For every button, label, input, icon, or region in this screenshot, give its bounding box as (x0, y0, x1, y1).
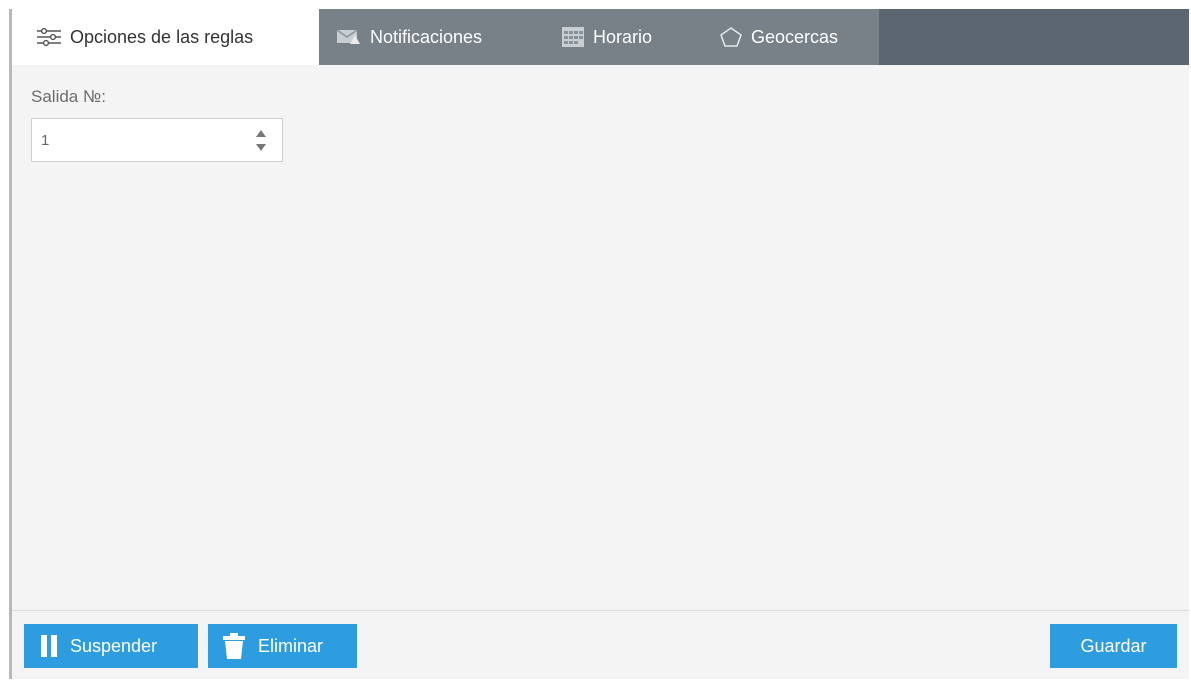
trash-icon (222, 632, 246, 660)
tab-label: Notificaciones (370, 26, 483, 47)
tab-bar: Opciones de las reglas Notificaciones Ho… (12, 9, 1189, 65)
pentagon-icon (719, 26, 743, 48)
tab-schedule[interactable]: Horario (547, 9, 707, 65)
output-number-label: Salida №: (31, 87, 106, 106)
sliders-icon (36, 27, 62, 47)
tab-label: Opciones de las reglas (70, 26, 254, 47)
tab-geofences[interactable]: Geocercas (707, 9, 879, 65)
delete-button[interactable]: Eliminar (208, 624, 357, 668)
delete-label: Eliminar (258, 635, 324, 656)
suspend-label: Suspender (70, 635, 158, 656)
calendar-icon (561, 26, 585, 48)
envelope-icon (336, 28, 362, 46)
output-number-value: 1 (41, 132, 50, 149)
suspend-button[interactable]: Suspender (24, 624, 198, 668)
pause-icon (40, 634, 58, 658)
tab-rule-options[interactable]: Opciones de las reglas (12, 9, 319, 65)
save-button[interactable]: Guardar (1050, 624, 1177, 668)
tab-label: Horario (593, 26, 653, 47)
output-number-input[interactable]: 1 (31, 118, 283, 162)
footer-bar: Suspender Eliminar Guardar (12, 610, 1189, 679)
spin-down-icon[interactable] (254, 142, 268, 152)
rule-dialog: Opciones de las reglas Notificaciones Ho… (9, 9, 1189, 679)
spin-up-icon[interactable] (254, 128, 268, 138)
tab-notifications[interactable]: Notificaciones (319, 9, 547, 65)
tab-label: Geocercas (751, 26, 839, 47)
